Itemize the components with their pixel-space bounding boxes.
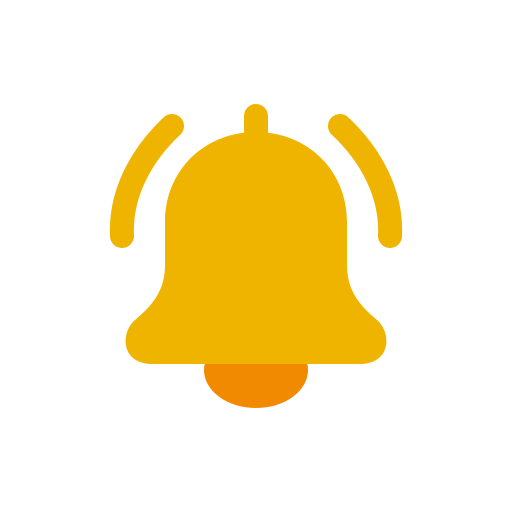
right-ring-wave-icon xyxy=(328,114,403,248)
icon-canvas xyxy=(0,0,512,512)
bell-icon xyxy=(109,104,403,408)
bell-body-icon xyxy=(125,132,387,364)
left-ring-wave-icon xyxy=(109,114,184,248)
